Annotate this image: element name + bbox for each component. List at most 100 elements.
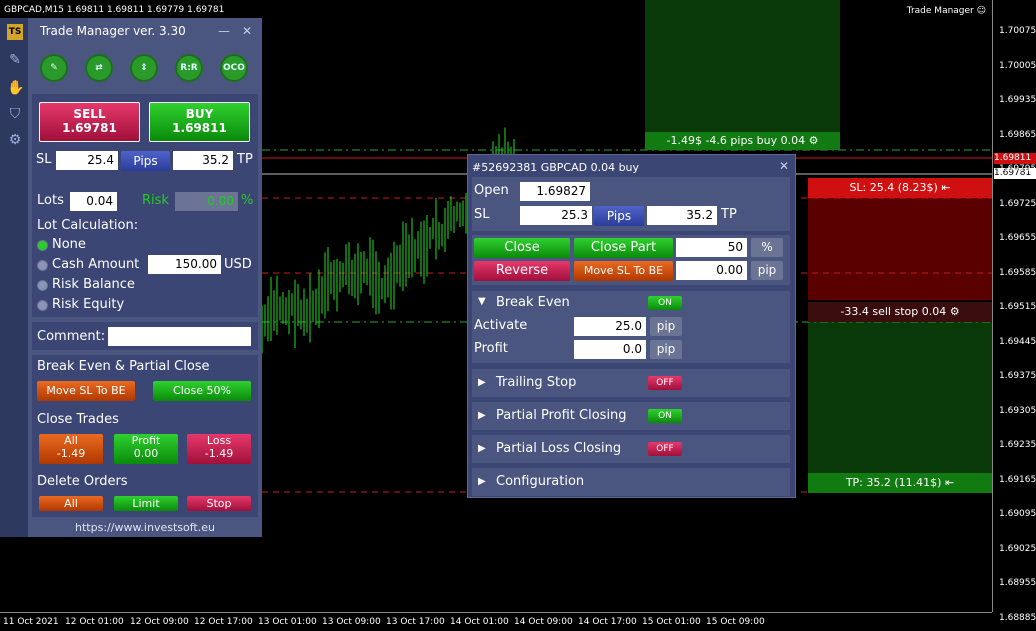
close-icon[interactable]: ✕ [242, 24, 252, 38]
expand-icon[interactable]: ▶ [478, 443, 486, 454]
radio-risk-balance[interactable] [37, 280, 48, 291]
time-tick: 12 Oct 17:00 [194, 617, 253, 627]
close-button[interactable]: Close [474, 238, 570, 258]
profit-input[interactable]: 0.0 [574, 340, 646, 359]
trailing-stop-label: Trailing Stop [496, 375, 577, 390]
panel-title: Trade Manager ver. 3.30 [40, 24, 186, 38]
expand-icon[interactable]: ▼ [478, 296, 486, 307]
edit-icon[interactable]: ✎ [7, 52, 23, 68]
break-even-label[interactable]: Break Even [496, 295, 570, 310]
delete-stop-button[interactable]: Stop [187, 496, 251, 511]
sell-button[interactable]: SELL 1.69781 [39, 102, 140, 142]
partial-loss-toggle[interactable]: OFF [648, 442, 682, 456]
radio-none[interactable] [37, 240, 48, 251]
expand-icon[interactable]: ▶ [478, 476, 486, 487]
pips-button[interactable]: Pips [121, 151, 170, 171]
risk-label: Risk [142, 193, 169, 208]
radio-risk-equity[interactable] [37, 300, 48, 311]
profit-label: Profit [474, 341, 508, 356]
delete-all-button[interactable]: All [39, 496, 103, 511]
price-tick: 1.69095 [999, 509, 1036, 519]
radio-cash[interactable] [37, 260, 48, 271]
price-tick: 1.69235 [999, 440, 1036, 450]
partial-profit-row[interactable]: ▶ Partial Profit Closing ON [472, 402, 790, 430]
sl-input[interactable]: 25.3 [520, 206, 592, 225]
sell-price: 1.69781 [62, 121, 117, 135]
close-profit-button[interactable]: Profit 0.00 [114, 434, 178, 464]
pips-button[interactable]: Pips [594, 206, 644, 226]
configuration-row[interactable]: ▶ Configuration [472, 468, 790, 496]
swap-icon[interactable]: ⇄ [85, 54, 113, 82]
price-tick: 1.69025 [999, 543, 1036, 554]
comment-input[interactable] [108, 327, 251, 346]
trade-manager-label: Trade Manager ☺ [906, 6, 986, 16]
pin-icon[interactable]: ⇤ [941, 181, 950, 194]
website-link[interactable]: https://www.investsoft.eu [28, 521, 262, 537]
sell-label: SELL [73, 107, 106, 121]
time-tick: 14 Oct 17:00 [578, 617, 637, 627]
part-input[interactable]: 50 [676, 238, 747, 257]
oco-button[interactable]: OCO [220, 54, 248, 82]
move-sl-be-button[interactable]: Move SL To BE [37, 381, 135, 401]
tp-input[interactable]: 35.2 [647, 206, 717, 225]
gear-icon[interactable]: ⚙ [7, 132, 23, 148]
partial-profit-toggle[interactable]: ON [648, 409, 682, 423]
sl-input[interactable]: 25.4 [56, 151, 118, 170]
buy-button[interactable]: BUY 1.69811 [149, 102, 250, 142]
expand-icon[interactable]: ▶ [478, 410, 486, 421]
be-toggle[interactable]: ON [648, 296, 682, 310]
price-tick: 1.69655 [999, 233, 1036, 243]
trade-manager-panel: TS ✎ ✋ ⛉ ⚙ Trade Manager ver. 3.30 — ✕ ✎… [0, 18, 262, 537]
pip-button[interactable]: pip [650, 340, 682, 359]
close-50-button[interactable]: Close 50% [153, 381, 251, 401]
partial-profit-label: Partial Profit Closing [496, 408, 627, 423]
open-input[interactable]: 1.69827 [520, 182, 590, 201]
close-loss-button[interactable]: Loss -1.49 [187, 434, 251, 464]
move-sl-be-button[interactable]: Move SL To BE [574, 261, 673, 281]
price-tick: 1.68885 [999, 612, 1036, 623]
sellstop-tag: -33.4 sell stop 0.04 ⚙ [808, 302, 992, 322]
partial-loss-row[interactable]: ▶ Partial Loss Closing OFF [472, 435, 790, 463]
be-title: Break Even & Partial Close [37, 359, 210, 374]
gear-icon[interactable]: ⚙ [809, 134, 819, 147]
price-tick: 1.70075 [999, 26, 1036, 36]
rr-button[interactable]: R:R [175, 54, 203, 82]
currency-label: USD [224, 257, 252, 272]
shield-icon[interactable]: ⛉ [7, 106, 23, 122]
configuration-label: Configuration [496, 474, 585, 489]
option-none: None [52, 237, 86, 252]
risk-percent: % [241, 193, 254, 208]
close-all-button[interactable]: All -1.49 [39, 434, 103, 464]
pip-button[interactable]: pip [751, 261, 783, 280]
profit-tag: -1.49$ -4.6 pips buy 0.04 ⚙ [645, 132, 840, 150]
hand-icon[interactable]: ✋ [7, 80, 24, 96]
comment-label: Comment: [37, 329, 106, 344]
reverse-button[interactable]: Reverse [474, 261, 570, 281]
minimize-icon[interactable]: — [218, 24, 230, 38]
delete-limit-button[interactable]: Limit [114, 496, 178, 511]
close-loss-value: -1.49 [204, 447, 234, 460]
close-part-button[interactable]: Close Part [574, 238, 673, 258]
logo-icon: TS [7, 24, 23, 40]
close-icon[interactable]: ✕ [779, 159, 789, 173]
range-icon[interactable]: ⇕ [130, 54, 158, 82]
trailing-stop-row[interactable]: ▶ Trailing Stop OFF [472, 369, 790, 397]
lots-input[interactable]: 0.04 [70, 192, 117, 211]
pip-button[interactable]: pip [650, 317, 682, 336]
chart-title: GBPCAD,M15 1.69811 1.69811 1.69779 1.697… [4, 5, 225, 15]
sl-tag-text: SL: 25.4 (8.23$) [849, 181, 938, 194]
price-tick: 1.69795 [999, 164, 1036, 174]
cash-input[interactable]: 150.00 [148, 255, 221, 274]
pin-icon[interactable]: ⇤ [945, 476, 954, 489]
expand-icon[interactable]: ▶ [478, 377, 486, 388]
percent-button[interactable]: % [751, 238, 783, 257]
risk-input[interactable]: 0.00 [175, 192, 238, 211]
tp-input[interactable]: 35.2 [173, 151, 233, 170]
tp-label: TP [721, 207, 737, 222]
be-input[interactable]: 0.00 [676, 261, 747, 280]
trailing-stop-toggle[interactable]: OFF [648, 376, 682, 390]
gear-icon[interactable]: ⚙ [950, 305, 960, 318]
bid-tag: 1.69811 [994, 153, 1036, 164]
activate-input[interactable]: 25.0 [574, 317, 646, 336]
pencil-icon[interactable]: ✎ [40, 54, 68, 82]
